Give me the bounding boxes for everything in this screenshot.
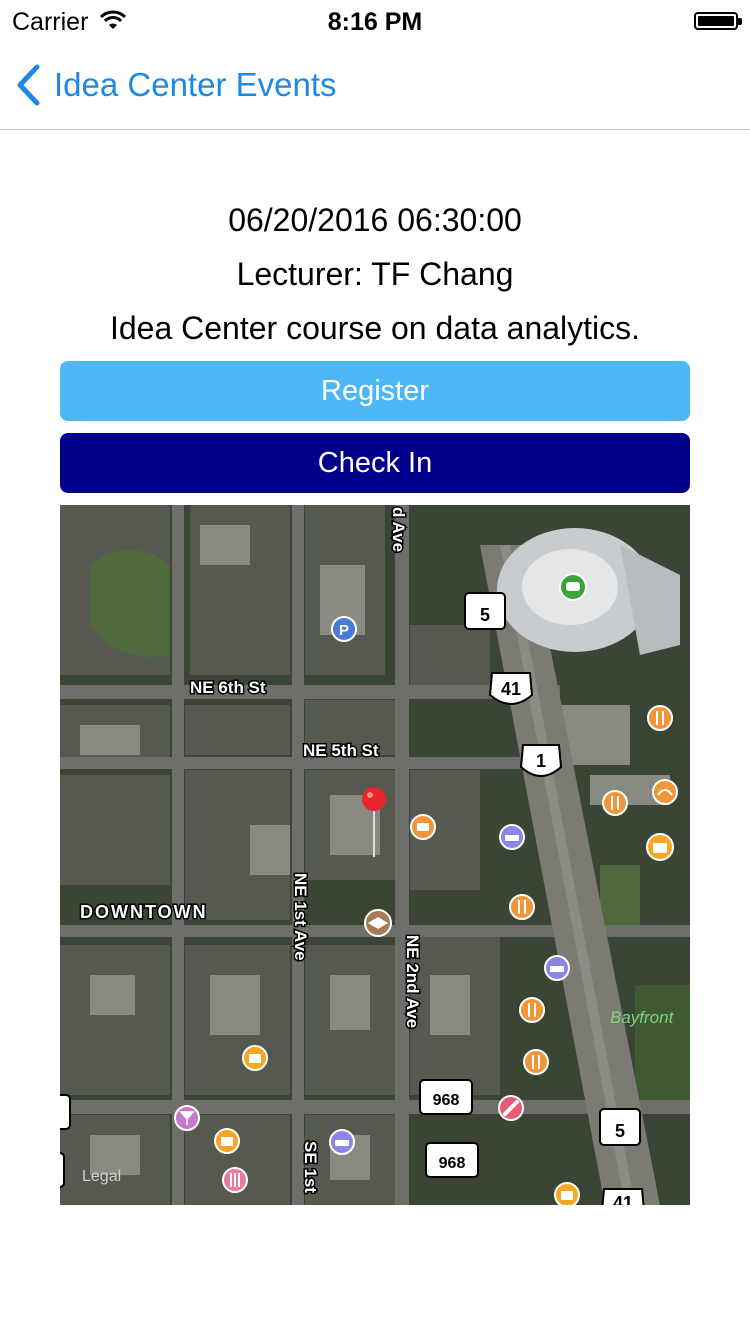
event-description: Idea Center course on data analytics. (109, 310, 641, 346)
chevron-left-icon (17, 64, 40, 106)
pharmacy-icon[interactable] (498, 1095, 524, 1121)
nightlife-icon[interactable] (174, 1105, 200, 1131)
restaurant-icon[interactable] (647, 705, 673, 731)
shopping-icon[interactable] (646, 833, 674, 861)
shopping-icon[interactable] (214, 1128, 240, 1154)
svg-text:5: 5 (480, 605, 490, 625)
restaurant-icon[interactable] (602, 790, 628, 816)
svg-text:5: 5 (615, 1121, 625, 1141)
parking-icon[interactable]: P (331, 616, 357, 642)
back-button-label: Idea Center Events (54, 66, 337, 103)
stadium-icon[interactable] (559, 573, 587, 601)
map-label-bayfront: Bayfront (610, 1008, 675, 1027)
map-view[interactable]: NE 6th St NE 5th St DOWNTOWN NE 1st Ave … (60, 505, 690, 1205)
route-shield-968: 968 (419, 1079, 473, 1115)
route-shield-partial (60, 1094, 71, 1130)
shopping-icon[interactable] (554, 1182, 580, 1205)
status-time: 8:16 PM (327, 8, 423, 36)
restaurant-icon[interactable] (519, 997, 545, 1023)
svg-text:1: 1 (536, 751, 546, 771)
street-label-d-ave: d Ave (389, 507, 408, 552)
hotel-icon[interactable] (329, 1129, 355, 1155)
svg-text:968: 968 (439, 1155, 466, 1172)
shopping-icon[interactable] (242, 1045, 268, 1071)
svg-text:968: 968 (433, 1092, 460, 1109)
street-label-se-1st: SE 1st (301, 1141, 320, 1193)
restaurant-icon[interactable] (509, 894, 535, 920)
restaurant-icon[interactable] (523, 1049, 549, 1075)
hotel-icon[interactable] (499, 824, 525, 850)
street-label-ne-6th: NE 6th St (190, 678, 266, 697)
svg-text:P: P (339, 622, 349, 639)
route-shield-5: 5 (464, 592, 506, 630)
hotel-icon[interactable] (544, 955, 570, 981)
food-icon[interactable] (410, 814, 436, 840)
route-shield-968-lower: 968 (425, 1142, 479, 1178)
school-icon[interactable] (364, 909, 392, 937)
battery-icon (694, 12, 742, 30)
back-button[interactable]: Idea Center Events (14, 40, 337, 130)
route-shield-1: 1 (519, 744, 563, 777)
map-label-downtown: DOWNTOWN (80, 902, 208, 922)
street-label-ne-1st-ave: NE 1st Ave (291, 873, 310, 961)
check-in-button[interactable]: Check In (60, 433, 690, 493)
street-label-ne-5th: NE 5th St (303, 741, 379, 760)
bakery-icon[interactable] (652, 779, 678, 805)
route-shield-5-lower: 5 (599, 1108, 641, 1146)
navigation-bar: Idea Center Events (0, 40, 750, 130)
route-shield-partial (60, 1152, 65, 1188)
svg-text:41: 41 (613, 1193, 633, 1205)
shopping-mall-icon[interactable] (222, 1167, 248, 1193)
satellite-map[interactable]: NE 6th St NE 5th St DOWNTOWN NE 1st Ave … (60, 505, 690, 1205)
route-shield-41-lower: 41 (601, 1188, 645, 1205)
status-bar: Carrier 8:16 PM (0, 0, 750, 40)
street-label-ne-2nd-ave: NE 2nd Ave (403, 935, 422, 1028)
legal-link[interactable]: Legal (82, 1168, 121, 1185)
svg-text:41: 41 (501, 679, 521, 699)
event-lecturer: Lecturer: TF Chang (236, 256, 514, 292)
register-button[interactable]: Register (60, 361, 690, 421)
event-datetime: 06/20/2016 06:30:00 (228, 202, 522, 238)
route-shield-41: 41 (488, 672, 534, 705)
